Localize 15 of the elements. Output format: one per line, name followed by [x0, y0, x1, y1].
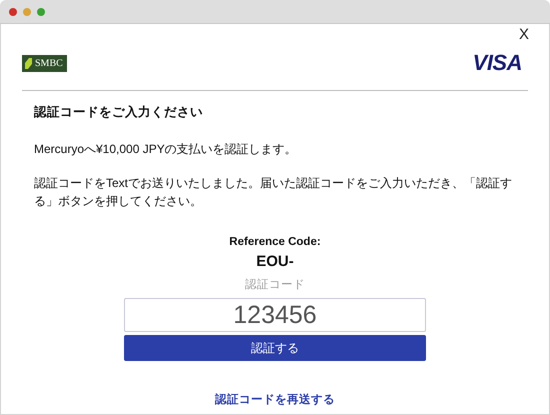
- heading: 認証コードをご入力ください: [34, 104, 204, 121]
- maximize-dot[interactable]: [37, 8, 45, 16]
- message-text: Mercuryoへ¥10,000 JPYの支払いを認証します。: [34, 141, 298, 158]
- field-label: 認証コード: [245, 278, 305, 292]
- card-logo: VISA: [472, 50, 522, 76]
- resend-link[interactable]: 認証コードを再送する: [215, 392, 335, 407]
- submit-button[interactable]: 認証する: [124, 335, 426, 361]
- reference-label: Reference Code:: [229, 236, 321, 248]
- minimize-dot[interactable]: [23, 8, 31, 16]
- message-text: 認証コードをTextでお送りいたしました。届いた認証コードをご入力いただき、「認証する」ボタンを押してください。: [34, 175, 514, 210]
- close-dot[interactable]: [9, 8, 17, 16]
- code-field[interactable]: 123456: [124, 298, 426, 332]
- bank-logo: SMBC: [22, 54, 67, 72]
- reference-code: EOU-: [256, 253, 294, 270]
- close-button[interactable]: X: [518, 26, 529, 43]
